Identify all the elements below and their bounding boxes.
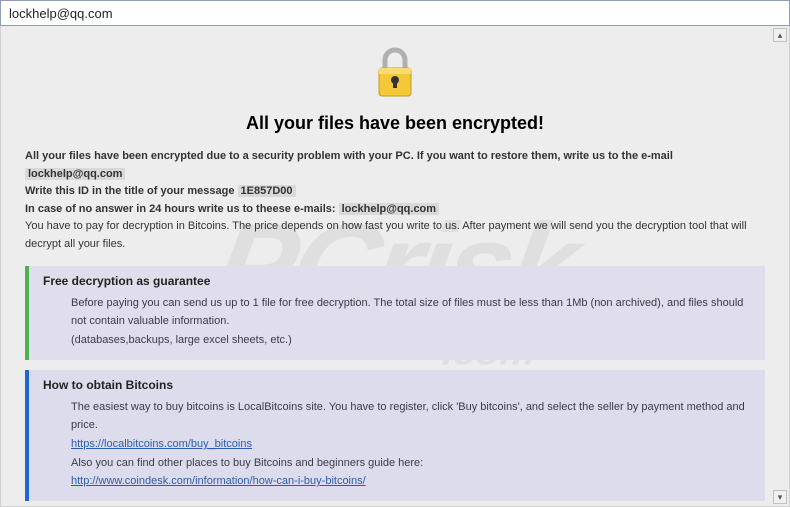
panel-free-decryption: Free decryption as guarantee Before payi…: [25, 266, 765, 360]
scroll-down-button[interactable]: ▾: [773, 490, 787, 504]
panel-body: Before paying you can send us up to 1 fi…: [43, 294, 751, 350]
intro-line-1: All your files have been encrypted due t…: [25, 148, 765, 183]
intro-line-2: Write this ID in the title of your messa…: [25, 183, 765, 201]
scroll-content: All your files have been encrypted! All …: [1, 26, 789, 506]
scroll-up-button[interactable]: ▴: [773, 28, 787, 42]
app-window: lockhelp@qq.com PCrisk .com ▴ ▾ All your…: [0, 0, 790, 507]
window-title: lockhelp@qq.com: [9, 6, 113, 21]
lock-icon-wrap: [25, 46, 765, 105]
panel-body: The easiest way to buy bitcoins is Local…: [43, 398, 751, 491]
panel-title: How to obtain Bitcoins: [43, 378, 751, 392]
link-localbitcoins[interactable]: https://localbitcoins.com/buy_bitcoins: [71, 438, 252, 450]
page-title: All your files have been encrypted!: [25, 113, 765, 134]
intro-line-3: In case of no answer in 24 hours write u…: [25, 201, 765, 219]
intro-block: All your files have been encrypted due t…: [25, 148, 765, 254]
chevron-down-icon: ▾: [778, 492, 783, 503]
content-area: PCrisk .com ▴ ▾ All your files have been…: [0, 26, 790, 507]
contact-email-2: lockhelp@qq.com: [339, 203, 439, 215]
titlebar[interactable]: lockhelp@qq.com: [0, 0, 790, 26]
victim-id: 1E857D00: [238, 185, 296, 197]
link-coindesk[interactable]: http://www.coindesk.com/information/how-…: [71, 475, 366, 487]
lock-icon: [371, 46, 419, 102]
intro-line-4: You have to pay for decryption in Bitcoi…: [25, 218, 765, 253]
chevron-up-icon: ▴: [778, 30, 783, 41]
panel-title: Free decryption as guarantee: [43, 274, 751, 288]
panel-obtain-bitcoins: How to obtain Bitcoins The easiest way t…: [25, 370, 765, 501]
contact-email-1: lockhelp@qq.com: [25, 168, 125, 180]
